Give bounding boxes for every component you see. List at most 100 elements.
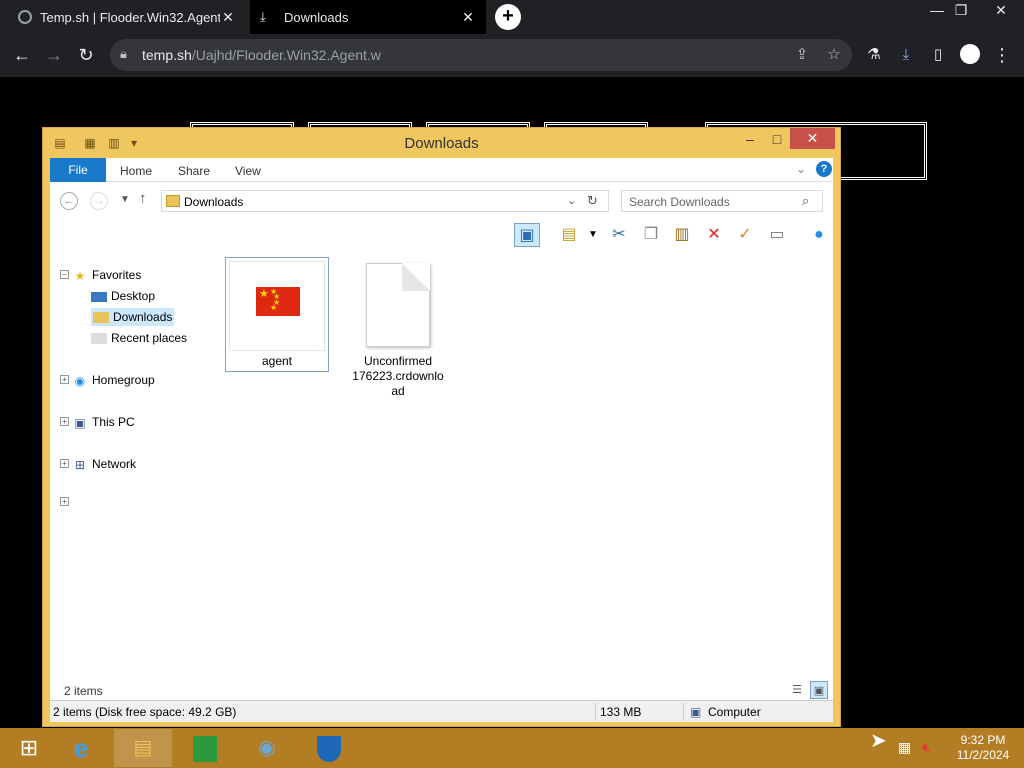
collapse-icon[interactable]: − (60, 270, 69, 279)
details-view-icon[interactable]: ☰ (788, 681, 806, 699)
location-computer: Computer (708, 705, 761, 719)
globe-network-icon[interactable]: ● (806, 223, 832, 247)
explorer-title-bar[interactable]: ▤ ▦ ▥ ▾ Downloads – □ ✕ (43, 128, 840, 158)
nav-this-pc[interactable]: ▣ This PC (72, 415, 135, 430)
blank-document-icon (366, 263, 430, 347)
close-tab-icon[interactable]: ✕ (460, 9, 476, 26)
tab-downloads[interactable]: ⤓ Downloads ✕ (250, 0, 486, 34)
side-panel-icon[interactable]: ▯ (926, 44, 950, 68)
nav-recent-places[interactable]: Recent places (91, 331, 187, 345)
recent-locations-icon[interactable]: ▼ (120, 194, 130, 205)
restore-icon[interactable]: ❐ (948, 2, 974, 19)
download-icon: ⤓ (260, 9, 266, 24)
file-name-line: 176223.crdownlo (352, 369, 444, 383)
share-icon[interactable]: ⇪ (792, 45, 812, 63)
defender-shield-icon[interactable] (300, 729, 358, 767)
expand-ribbon-icon[interactable]: ⌄ (796, 162, 806, 176)
back-icon[interactable]: ← (60, 192, 78, 210)
internet-explorer-icon[interactable]: e (52, 729, 110, 767)
large-icons-view-icon[interactable]: ▣ (810, 681, 828, 699)
globe-icon (18, 10, 32, 24)
search-input[interactable]: Search Downloads ⌕ (621, 190, 823, 212)
address-row: ← → ▼ ↑ Downloads ⌄ ↻ Search Downloads ⌕ (50, 182, 833, 220)
tab-title: Downloads (284, 9, 349, 25)
tab-share[interactable]: Share (178, 164, 210, 178)
address-box[interactable]: Downloads ⌄ ↻ (161, 190, 609, 212)
ribbon-tabs: File Home Share View ⌄ ? (50, 158, 833, 182)
tab-file[interactable]: File (50, 158, 106, 182)
disk-free-space: 2 items (Disk free space: 49.2 GB) (53, 705, 237, 719)
chevron-down-icon[interactable]: ⌄ (567, 194, 576, 207)
nav-label: This PC (92, 415, 135, 429)
cut-scissors-icon[interactable]: ✂ (606, 223, 632, 247)
navigation-pane: − ★ Favorites Desktop Downloads Recent pl… (50, 250, 220, 680)
selection-size: 133 MB (600, 705, 642, 719)
nav-label: Favorites (92, 268, 142, 282)
close-icon[interactable]: ✕ (790, 128, 835, 149)
tab-temp-sh[interactable]: Temp.sh | Flooder.Win32.Agent.w ✕ (8, 0, 246, 34)
forward-icon[interactable]: → (42, 44, 66, 68)
store-icon[interactable] (176, 729, 234, 767)
url-host: temp.sh (142, 47, 192, 63)
file-item-agent[interactable]: ★ ★ ★ ★ ★ agent (225, 257, 329, 372)
tab-home[interactable]: Home (120, 164, 152, 178)
maximize-icon[interactable]: □ (762, 128, 792, 150)
reload-icon[interactable]: ↻ (74, 44, 98, 68)
bookmark-star-icon[interactable]: ☆ (824, 45, 844, 63)
rename-icon[interactable]: ▭ (764, 223, 790, 247)
delete-x-icon[interactable]: ✕ (701, 223, 727, 247)
expand-icon[interactable]: + (60, 497, 69, 506)
copy-icon[interactable]: ❐ (638, 223, 664, 247)
close-tab-icon[interactable]: ✕ (220, 9, 236, 26)
start-icon[interactable]: ⊞ (0, 729, 58, 767)
preview-pane-icon[interactable]: ▣ (514, 223, 540, 247)
file-name: Unconfirmed 176223.crdownlo ad (340, 354, 456, 399)
browser-toolbar: ← → ↻ 🔒︎ temp.sh/Uajhd/Flooder.Win32.Age… (0, 34, 1024, 77)
command-toolbar: ▣ ▤ ▼ ✂ ❐ ▥ ✕ ✓ ▭ ● (50, 220, 833, 250)
browser-globe-icon[interactable]: ◉ (238, 729, 296, 767)
menu-kebab-icon[interactable]: ⋮ (990, 44, 1014, 68)
tab-title: Temp.sh | Flooder.Win32.Agent.w (40, 9, 220, 25)
back-icon[interactable]: ← (10, 44, 34, 68)
file-explorer-icon[interactable]: ▤ (114, 729, 172, 767)
downloads-icon[interactable]: ⤓ (894, 44, 918, 68)
nav-downloads[interactable]: Downloads (91, 308, 175, 326)
nav-homegroup[interactable]: ◉ Homegroup (72, 373, 155, 388)
recent-places-icon (91, 333, 107, 345)
tab-view[interactable]: View (235, 164, 261, 178)
nav-label: Recent places (111, 331, 188, 345)
nav-desktop[interactable]: Desktop (91, 289, 155, 303)
expand-icon[interactable]: + (60, 375, 69, 384)
folder-icon (166, 195, 180, 207)
forward-icon[interactable]: → (90, 192, 108, 210)
minimize-icon[interactable]: – (735, 128, 765, 150)
file-item-unconfirmed[interactable]: Unconfirmed 176223.crdownlo ad (340, 257, 456, 402)
refresh-icon[interactable]: ↻ (587, 193, 598, 209)
nav-favorites[interactable]: ★ Favorites (72, 268, 142, 283)
windows-taskbar: ⊞ e ▤ ◉ ➤ ▦ 🔇︎ 9:32 PM 11/2/2024 (0, 728, 1024, 768)
thumbnail-frame: ★ ★ ★ ★ ★ (229, 261, 325, 351)
paste-clipboard-icon[interactable]: ▥ (669, 223, 695, 247)
help-icon[interactable]: ? (816, 161, 832, 177)
minimize-icon[interactable]: — (924, 2, 950, 18)
volume-muted-icon[interactable]: 🔇︎ (922, 739, 931, 756)
file-name-line: Unconfirmed (363, 354, 433, 368)
network-tray-icon[interactable]: ▦ (898, 739, 911, 756)
url-text: temp.sh/Uajhd/Flooder.Win32.Agent.w (142, 47, 381, 63)
profile-avatar-icon[interactable] (958, 44, 982, 68)
browser-tab-bar: Temp.sh | Flooder.Win32.Agent.w ✕ ⤓ Down… (0, 0, 1024, 34)
expand-icon[interactable]: + (60, 459, 69, 468)
folder-options-icon[interactable]: ▤ (556, 223, 582, 247)
up-arrow-icon[interactable]: ↑ (139, 190, 147, 207)
checkmark-icon[interactable]: ✓ (732, 223, 758, 247)
file-explorer-window: ▤ ▦ ▥ ▾ Downloads – □ ✕ File Home Share … (42, 127, 841, 727)
nav-network[interactable]: ⊞ Network (72, 457, 136, 472)
clock[interactable]: 9:32 PM 11/2/2024 (950, 733, 1016, 763)
address-bar[interactable]: 🔒︎ temp.sh/Uajhd/Flooder.Win32.Agent.w ⇪… (110, 39, 852, 71)
new-tab-button[interactable]: + (495, 4, 521, 30)
expand-icon[interactable]: + (60, 417, 69, 426)
labs-flask-icon[interactable]: ⚗ (862, 44, 886, 68)
china-flag-icon: ★ ★ ★ ★ ★ (256, 287, 300, 316)
close-window-icon[interactable]: ✕ (988, 2, 1014, 19)
chevron-down-icon[interactable]: ▼ (580, 223, 606, 247)
